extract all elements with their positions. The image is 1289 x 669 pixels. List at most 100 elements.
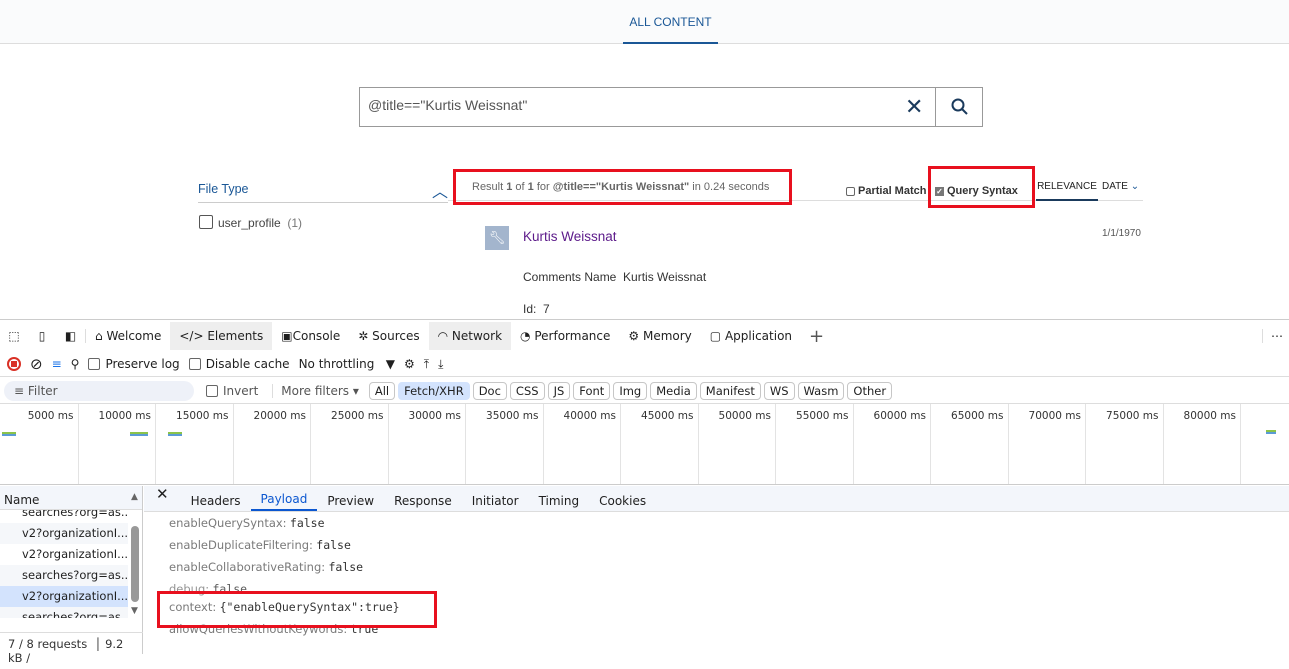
result-title[interactable]: Kurtis Weissnat: [523, 229, 617, 244]
more-icon[interactable]: ⋯: [1262, 329, 1289, 343]
record-stop-icon[interactable]: [7, 357, 21, 371]
tab-sources[interactable]: ✲ Sources: [349, 322, 428, 350]
facet-checkbox[interactable]: [199, 215, 213, 229]
timeline-tick-label: 50000 ms: [718, 410, 771, 422]
sort-relevance[interactable]: RELEVANCE: [1036, 181, 1098, 201]
throttling-select[interactable]: No throttling ▼: [299, 357, 395, 371]
clear-icon[interactable]: ⊘: [30, 355, 43, 373]
inspect-icon[interactable]: ⬚: [0, 329, 28, 343]
more-filters-button[interactable]: More filters ▾: [272, 383, 359, 398]
filter-type-ws[interactable]: WS: [763, 381, 795, 400]
filter-type-font[interactable]: Font: [573, 381, 611, 400]
divider: [198, 202, 448, 203]
filter-type-doc[interactable]: Doc: [472, 381, 507, 400]
devtools-tabs: ⬚ ▯ ◧ ⌂ Welcome </> Elements ▣Console ✲ …: [0, 320, 1289, 352]
network-overview-timeline[interactable]: 5000 ms 10000 ms 15000 ms 20000 ms 25000 ms 3…: [0, 404, 1289, 485]
request-row[interactable]: searches?org=as...: [0, 565, 128, 586]
tab-elements[interactable]: </> Elements: [170, 322, 273, 350]
tab-headers[interactable]: Headers: [181, 494, 251, 511]
tab-memory[interactable]: ⚙ Memory: [619, 322, 700, 350]
timeline-tick-label: 5000 ms: [27, 410, 74, 422]
payload-row: enableCollaborativeRating: false: [144, 556, 1289, 578]
chip-icon: ⚙: [628, 329, 640, 343]
tab-application[interactable]: ▢ Application: [701, 322, 801, 350]
disable-cache-checkbox[interactable]: Disable cache: [188, 357, 290, 371]
close-icon[interactable]: ✕: [144, 485, 181, 511]
timeline-tick-label: 70000 ms: [1028, 410, 1081, 422]
result-date: 1/1/1970: [1102, 228, 1141, 239]
tab-network[interactable]: ◠ Network: [428, 322, 512, 350]
download-icon[interactable]: ⤓: [438, 357, 443, 372]
tab-response[interactable]: Response: [384, 494, 462, 511]
timeline-tick-label: 15000 ms: [176, 410, 229, 422]
filter-type-img[interactable]: Img: [613, 381, 648, 400]
timeline-tick-label: 25000 ms: [331, 410, 384, 422]
highlight-box: [157, 591, 437, 628]
payload-value: false: [316, 538, 351, 552]
request-row[interactable]: v2?organizationI...: [0, 523, 128, 544]
filter-type-fetch-xhr[interactable]: Fetch/XHR: [398, 381, 470, 400]
search-icon[interactable]: ⚲: [71, 357, 80, 371]
tab-console[interactable]: ▣Console: [272, 322, 349, 350]
bug-icon: ✲: [358, 329, 369, 343]
timeline-gridline: [620, 404, 621, 484]
network-conditions-icon[interactable]: ⚙: [404, 357, 415, 371]
dock-icon[interactable]: ◧: [56, 329, 86, 343]
status-bar: 7 / 8 requests │ 9.2 kB /: [0, 632, 143, 669]
filter-type-media[interactable]: Media: [650, 381, 697, 400]
request-row[interactable]: v2?organizationI...: [0, 544, 128, 565]
request-row[interactable]: searches?org=as...: [0, 607, 128, 618]
filter-input[interactable]: ≡ Filter: [4, 380, 194, 401]
upload-icon[interactable]: ⤒: [424, 357, 429, 372]
search-input[interactable]: [368, 97, 888, 113]
timeline-tick-label: 65000 ms: [951, 410, 1004, 422]
tab-performance[interactable]: ◔ Performance: [511, 322, 619, 350]
timeline-gridline: [310, 404, 311, 484]
timeline-gridline: [697, 404, 699, 484]
filter-type-css[interactable]: CSS: [509, 381, 545, 400]
timeline-tick-label: 60000 ms: [873, 410, 926, 422]
filter-settings-icon[interactable]: ≡: [52, 357, 62, 371]
tab-preview[interactable]: Preview: [317, 494, 384, 511]
scroll-down-icon: ▼: [131, 606, 138, 616]
request-row[interactable]: v2?organizationI...: [0, 586, 128, 607]
request-list: Name ▲ searches?org=as... v2?organizationI…: [0, 486, 143, 665]
tab-welcome[interactable]: ⌂ Welcome: [86, 322, 170, 350]
name-column-header[interactable]: Name ▲: [0, 486, 142, 510]
timeline-tick-label: 75000 ms: [1106, 410, 1159, 422]
chevron-down-icon: ⌄: [1130, 181, 1140, 192]
partial-match-option[interactable]: Partial Match: [846, 185, 926, 197]
filter-type-js[interactable]: JS: [547, 381, 571, 400]
timeline-request-bar: [1266, 430, 1276, 434]
filter-type-all[interactable]: All: [368, 381, 396, 400]
preserve-log-checkbox[interactable]: Preserve log: [88, 357, 180, 371]
facet-item[interactable]: user_profile (1): [199, 215, 302, 230]
gauge-icon: ◔: [520, 329, 531, 343]
timeline-gridline: [1007, 404, 1009, 484]
tab-cookies[interactable]: Cookies: [589, 494, 656, 511]
timeline-tick-label: 45000 ms: [641, 410, 694, 422]
facet-title: File Type: [198, 182, 249, 196]
sort-date[interactable]: DATE ⌄: [1102, 181, 1139, 192]
tab-payload[interactable]: Payload: [250, 492, 318, 511]
close-icon[interactable]: ✕: [905, 94, 923, 120]
tab-initiator[interactable]: Initiator: [462, 494, 529, 511]
scrollbar[interactable]: [131, 526, 139, 602]
invert-checkbox[interactable]: Invert: [206, 384, 258, 398]
tab-all-content[interactable]: ALL CONTENT: [623, 15, 718, 44]
timeline-tick-label: 20000 ms: [253, 410, 306, 422]
result-field: Comments Name Kurtis Weissnat: [523, 270, 707, 284]
filter-icon: ≡: [14, 383, 25, 398]
chevron-up-icon[interactable]: ︿: [432, 178, 448, 202]
filter-type-other[interactable]: Other: [847, 381, 893, 400]
payload-row: enableQuerySyntax: false: [144, 512, 1289, 534]
add-tab-icon[interactable]: +: [801, 326, 832, 347]
device-icon[interactable]: ▯: [28, 329, 56, 343]
payload-value: false: [328, 560, 364, 574]
search-button[interactable]: [935, 88, 983, 126]
filter-type-manifest[interactable]: Manifest: [699, 381, 761, 400]
tab-timing[interactable]: Timing: [529, 494, 590, 511]
filter-type-wasm[interactable]: Wasm: [797, 381, 845, 400]
highlight-box: [928, 166, 1035, 208]
request-row[interactable]: searches?org=as...: [0, 510, 128, 523]
